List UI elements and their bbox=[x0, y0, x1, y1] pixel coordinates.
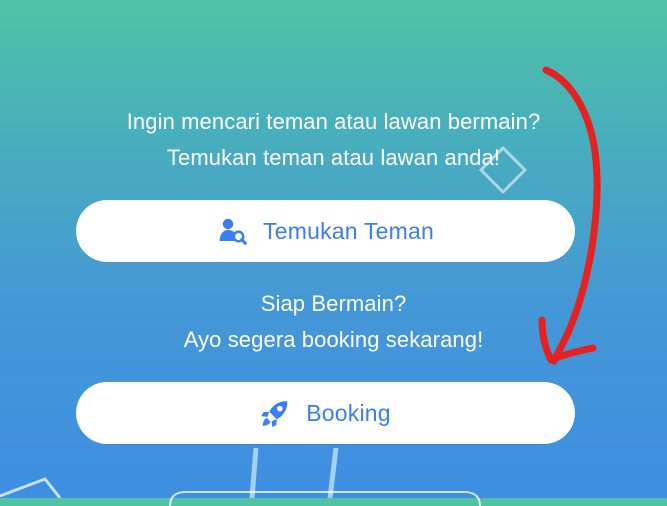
booking-button[interactable]: Booking bbox=[76, 382, 575, 444]
booking-question: Siap Bermain? bbox=[260, 291, 407, 316]
find-friends-label: Temukan Teman bbox=[263, 217, 434, 244]
rectangle-outline-decoration bbox=[249, 447, 339, 498]
find-friends-button[interactable]: Temukan Teman bbox=[76, 200, 575, 262]
find-friends-message: Ingin mencari teman atau lawan bermain? … bbox=[0, 104, 667, 176]
rocket-icon bbox=[260, 398, 290, 428]
booking-message: Siap Bermain? Ayo segera booking sekaran… bbox=[0, 286, 667, 358]
triangle-outline-decoration bbox=[0, 477, 62, 498]
find-friends-question: Ingin mencari teman atau lawan bermain? bbox=[126, 109, 541, 134]
booking-subtitle: Ayo segera booking sekarang! bbox=[183, 327, 484, 352]
find-friends-subtitle: Temukan teman atau lawan anda! bbox=[166, 145, 501, 170]
booking-label: Booking bbox=[306, 399, 391, 426]
booking-promo-screen: Ingin mencari teman atau lawan bermain? … bbox=[0, 0, 667, 506]
user-search-icon bbox=[217, 216, 247, 246]
partial-button-outline-decoration bbox=[169, 491, 481, 506]
